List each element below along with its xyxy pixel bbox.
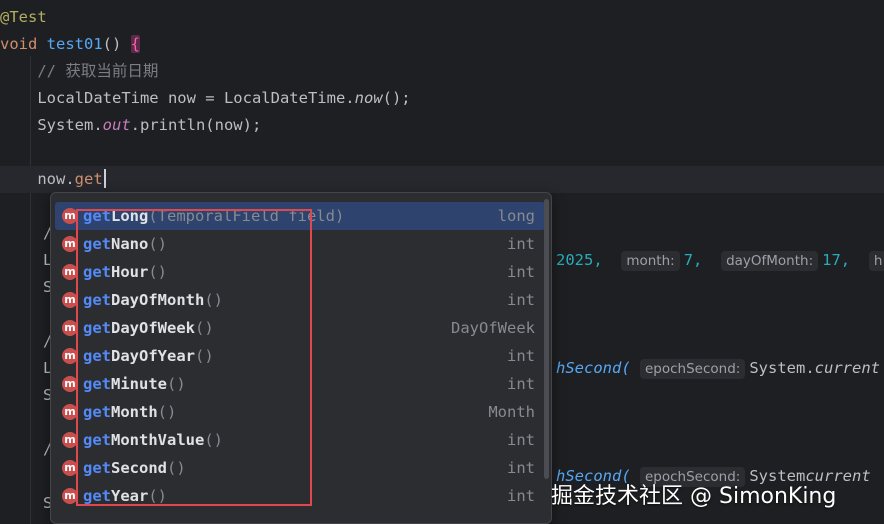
comment: // 获取当前日期 xyxy=(37,62,159,80)
code-line-current[interactable]: now.get xyxy=(0,166,884,193)
return-type: long xyxy=(497,207,535,225)
watermark: 掘金技术社区 @ SimonKing xyxy=(551,484,837,509)
return-type: int xyxy=(507,291,535,309)
return-type: int xyxy=(507,235,535,253)
month-hint: month: xyxy=(621,251,680,271)
code-line-2: void test01() { xyxy=(0,31,884,58)
local-date-time-decl: LocalDateTime now = LocalDateTime. xyxy=(37,89,355,107)
return-type: int xyxy=(507,263,535,281)
return-type: int xyxy=(507,459,535,477)
code-line-1: @Test xyxy=(0,4,884,31)
line4-end: (); xyxy=(382,89,411,107)
month-value: 7, xyxy=(683,251,703,269)
return-type: DayOfWeek xyxy=(451,319,535,337)
epoch-second-hint: epochSecond: xyxy=(640,359,746,379)
return-type: int xyxy=(507,431,535,449)
return-type: int xyxy=(507,487,535,505)
inlay-hint-row-2: hSecond( epochSecond: System.current xyxy=(556,355,884,382)
test-annotation: @Test xyxy=(0,8,47,26)
println-call: .println(now); xyxy=(130,116,262,134)
popup-scrollbar[interactable] xyxy=(544,199,549,479)
typed-get: get xyxy=(74,170,103,188)
year-value: 2025, xyxy=(556,251,603,269)
next-hint: h xyxy=(868,251,884,271)
out-field: out xyxy=(102,116,131,134)
day-of-month-hint: dayOfMonth: xyxy=(721,251,819,271)
code-line-5: System.out.println(now); xyxy=(0,112,884,139)
void-keyword: void xyxy=(0,35,38,53)
method-parens: () xyxy=(102,35,131,53)
method-name: test01 xyxy=(46,35,103,53)
matched-brace: { xyxy=(130,35,141,53)
day-value: 17, xyxy=(822,251,851,269)
code-line-4: LocalDateTime now = LocalDateTime.now(); xyxy=(0,85,884,112)
highlight-box xyxy=(76,209,312,506)
text-caret xyxy=(103,169,106,188)
return-type: int xyxy=(507,375,535,393)
of-epoch-second-call: hSecond( xyxy=(556,359,631,377)
code-line-3: // 获取当前日期 xyxy=(0,58,884,85)
return-type: int xyxy=(507,347,535,365)
system-class: System. xyxy=(37,116,103,134)
now-variable: now. xyxy=(37,170,75,188)
return-type: Month xyxy=(488,403,535,421)
current-call: current xyxy=(814,359,880,377)
now-call: now xyxy=(354,89,383,107)
inlay-hint-row-1: 2025, month: 7, dayOfMonth: 17, h xyxy=(556,247,884,274)
system-arg: System. xyxy=(749,359,815,377)
